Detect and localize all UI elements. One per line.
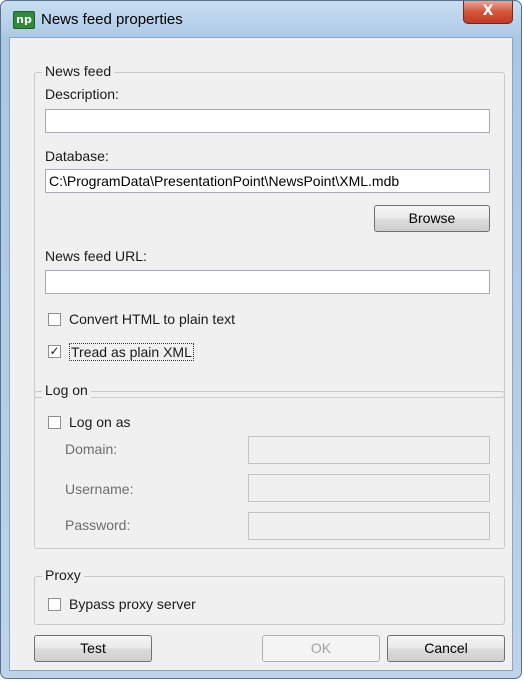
database-input[interactable]: C:\ProgramData\PresentationPoint\NewsPoi… — [45, 169, 490, 193]
description-input[interactable] — [45, 109, 490, 133]
newspoint-app-icon: np — [13, 11, 35, 29]
bypass-proxy-label: Bypass proxy server — [69, 596, 196, 612]
password-input[interactable] — [248, 512, 490, 540]
cancel-button[interactable]: Cancel — [387, 635, 505, 662]
log-on-as-label: Log on as — [69, 414, 131, 430]
username-input[interactable] — [248, 474, 490, 502]
tread-plain-xml-label: Tread as plain XML — [69, 343, 194, 361]
log-on-legend: Log on — [42, 382, 91, 398]
password-label: Password: — [65, 517, 131, 533]
bypass-proxy-checkbox-box[interactable] — [48, 598, 61, 611]
tread-plain-xml-checkbox-box[interactable]: ✓ — [48, 345, 61, 358]
username-label: Username: — [65, 481, 134, 497]
dialog-client-area: News feed Description: Database: C:\Prog… — [9, 37, 513, 671]
close-button[interactable]: X — [463, 1, 513, 24]
convert-html-checkbox-box[interactable] — [48, 313, 61, 326]
window-title: News feed properties — [41, 11, 183, 28]
news-feed-url-input[interactable] — [45, 270, 490, 294]
browse-button[interactable]: Browse — [374, 205, 490, 232]
news-feed-legend: News feed — [42, 63, 115, 79]
test-button[interactable]: Test — [34, 635, 152, 662]
title-bar[interactable]: np News feed properties X — [1, 1, 521, 37]
log-on-as-checkbox-box[interactable] — [48, 416, 61, 429]
description-label: Description: — [45, 86, 119, 102]
ok-button[interactable]: OK — [262, 635, 380, 662]
check-mark-icon: ✓ — [49, 344, 60, 358]
dialog-window: np News feed properties X News feed Desc… — [0, 0, 522, 679]
database-label: Database: — [45, 148, 109, 164]
news-feed-url-label: News feed URL: — [45, 248, 147, 264]
convert-html-label: Convert HTML to plain text — [69, 311, 235, 327]
domain-input[interactable] — [248, 436, 490, 464]
domain-label: Domain: — [65, 441, 118, 457]
proxy-legend: Proxy — [42, 567, 84, 583]
